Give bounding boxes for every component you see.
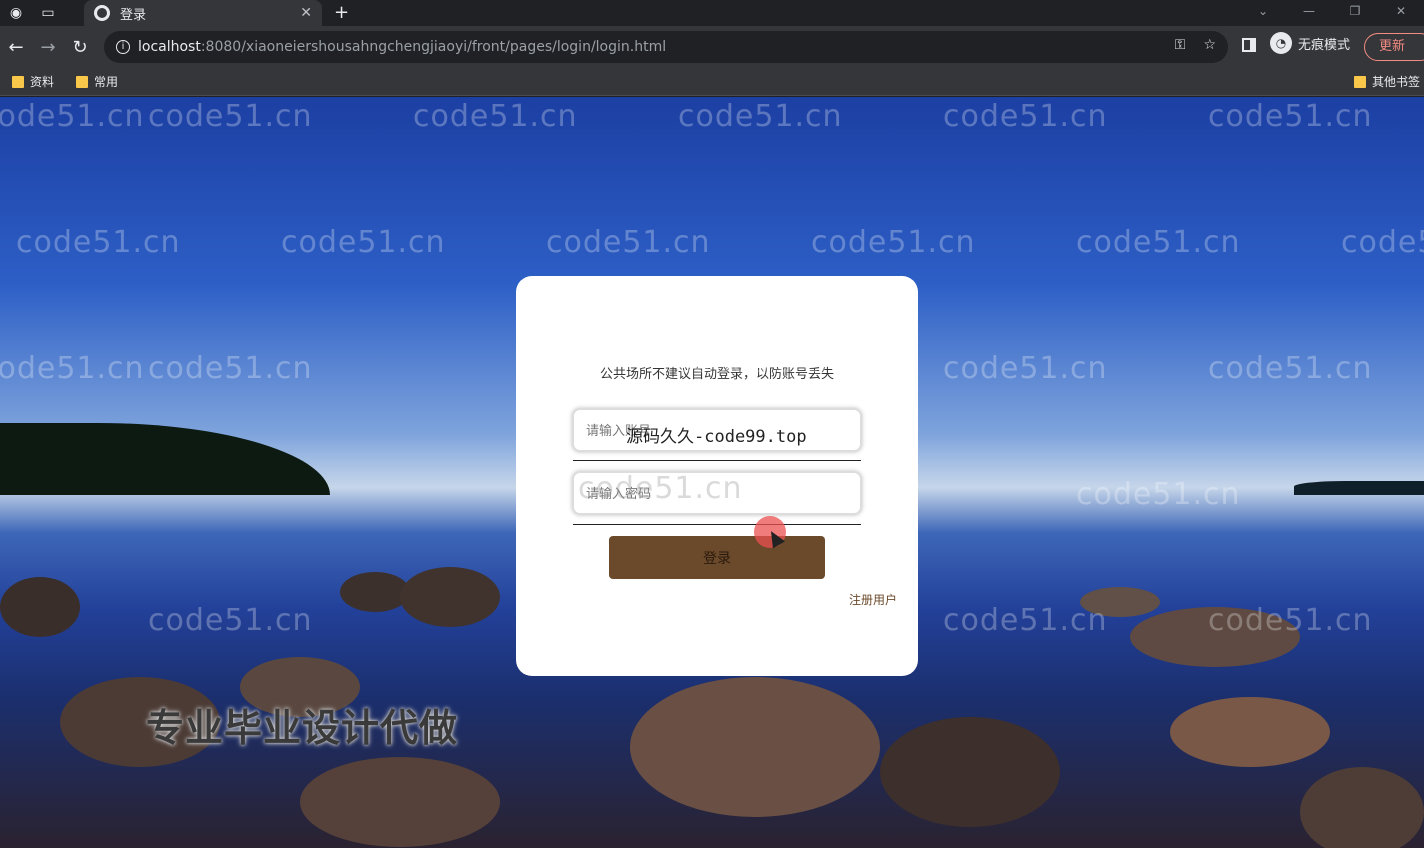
bookmark-folder[interactable]: 常用 [76, 73, 118, 90]
close-window-icon[interactable]: ✕ [1378, 0, 1424, 26]
tab-close-icon[interactable]: ✕ [300, 5, 312, 21]
folder-icon [12, 75, 24, 88]
watermark: code51.cn [943, 603, 1108, 638]
incognito-profile[interactable]: ◔ 无痕模式 [1270, 32, 1350, 54]
update-button[interactable]: 更新 [1364, 33, 1424, 61]
window-controls: ⌄ — ❐ ✕ [1240, 0, 1424, 26]
other-bookmarks[interactable]: 其他书签 [1354, 73, 1420, 90]
watermark: code51.cn [148, 603, 313, 638]
username-underline [573, 460, 861, 461]
side-panel-icon[interactable] [1242, 38, 1256, 52]
url-path: :8080/xiaoneiershousahngchengjiaoyi/fron… [200, 39, 667, 55]
site-info-icon[interactable]: i [116, 40, 130, 54]
watermark: code51.cn [811, 225, 976, 260]
chevron-down-icon[interactable]: ⌄ [1240, 0, 1286, 26]
watermark: code51.cn [1208, 351, 1373, 386]
register-link[interactable]: 注册用户 [849, 591, 897, 608]
watermark: code51.cn [943, 99, 1108, 134]
login-card: 公共场所不建议自动登录，以防账号丢失 源码久久-code99.top 登录 注册… [516, 276, 918, 676]
watermark: code51.cn [148, 99, 313, 134]
watermark: code51.cn [1341, 225, 1424, 260]
folder-icon [76, 75, 88, 88]
browser-tab[interactable]: 登录 ✕ [84, 0, 322, 26]
watermark: code51.cn [281, 225, 446, 260]
incognito-icon: ◔ [1270, 32, 1292, 54]
login-page: code51.cn code51.cn code51.cn code51.cn … [0, 97, 1424, 848]
watermark: code51.cn [1208, 603, 1373, 638]
back-icon[interactable]: ← [0, 37, 32, 58]
address-bar[interactable]: i localhost :8080/xiaoneiershousahngchen… [104, 31, 1228, 63]
reload-icon[interactable]: ↻ [64, 37, 96, 58]
watermark: code51.cn [16, 225, 181, 260]
password-underline [573, 524, 861, 525]
watermark: code51.cn [1208, 99, 1373, 134]
overlay-watermark-text: 源码久久-code99.top [626, 427, 807, 447]
bookmark-folder[interactable]: 资料 [12, 73, 54, 90]
watermark: code51.cn [546, 225, 711, 260]
new-tab-button[interactable]: + [334, 2, 349, 23]
watermark: code51.cn [1076, 225, 1241, 260]
tab-search-icon[interactable]: ▭ [32, 1, 64, 25]
watermark: code51.cn [578, 471, 743, 506]
minimize-icon[interactable]: — [1286, 0, 1332, 26]
browser-toolbar: ← → ↻ i localhost :8080/xiaoneiershousah… [0, 26, 1424, 68]
star-icon[interactable]: ☆ [1203, 37, 1216, 53]
background-island [0, 423, 330, 495]
bookmarks-bar: 资料 常用 其他书签 [0, 68, 1424, 96]
watermark: code51.cn [675, 345, 840, 380]
globe-icon[interactable]: ◉ [0, 1, 32, 25]
tab-title: 登录 [120, 7, 147, 23]
promo-overlay-text: 专业毕业设计代做 [146, 706, 459, 750]
watermark: code51.cn [413, 99, 578, 134]
watermark: code51.cn [1076, 477, 1241, 512]
watermark: code51.cn [148, 351, 313, 386]
watermark: code51.cn [0, 99, 145, 134]
login-button[interactable]: 登录 [609, 536, 825, 579]
restore-icon[interactable]: ❐ [1332, 0, 1378, 26]
profile-label: 无痕模式 [1298, 37, 1351, 53]
watermark: code51.cn [0, 351, 145, 386]
forward-icon[interactable]: → [32, 37, 64, 58]
tab-strip: ◉ ▭ 登录 ✕ + ⌄ — ❐ ✕ [0, 0, 1424, 26]
folder-icon [1354, 75, 1366, 88]
watermark: code51.cn [678, 99, 843, 134]
favicon-icon [94, 5, 110, 21]
background-island [1294, 481, 1424, 495]
watermark: code51.cn [943, 351, 1108, 386]
key-icon[interactable]: ⚿ [1175, 37, 1186, 53]
url-host: localhost [138, 39, 201, 55]
